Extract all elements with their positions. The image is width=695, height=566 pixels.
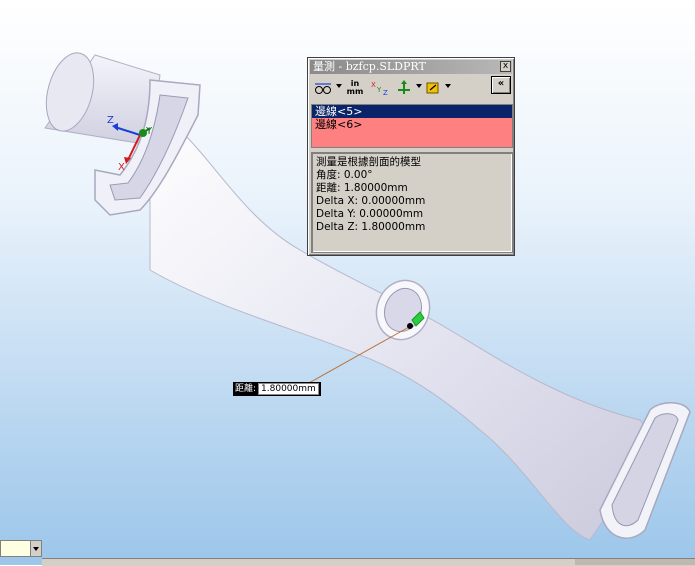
selection-list[interactable]: 邊線<5> 邊線<6> <box>311 104 513 148</box>
projection-dropdown-icon[interactable] <box>416 84 422 88</box>
projection-icon <box>398 80 410 94</box>
result-delta-z: Delta Z: 1.80000mm <box>316 221 426 233</box>
measure-dialog[interactable]: 量測 - bzfcp.SLDPRT x in mm X Y Z « 邊線<5> … <box>307 57 515 256</box>
collapse-button[interactable]: « <box>491 76 511 94</box>
result-basis: 測量是根據剖面的模型 <box>316 156 421 168</box>
show-xyz-button[interactable]: X Y Z <box>369 78 391 98</box>
projection-button[interactable] <box>395 78 413 98</box>
coordinate-system-dropdown-icon[interactable] <box>445 84 451 88</box>
coordinate-system-icon <box>426 82 439 94</box>
result-angle: 角度: 0.00° <box>316 169 373 181</box>
xyz-icon: X Y Z <box>371 81 388 96</box>
triad-x-label: X <box>118 162 125 173</box>
arc-condition-icon <box>315 83 331 94</box>
coordinate-system-button[interactable] <box>424 78 442 98</box>
arc-condition-dropdown-icon[interactable] <box>336 84 342 88</box>
measure-point <box>407 323 413 329</box>
svg-text:Y: Y <box>376 86 382 94</box>
units-label-mm: mm <box>346 87 364 96</box>
result-delta-y: Delta Y: 0.00000mm <box>316 208 424 220</box>
distance-callout[interactable]: 距離: 1.80000mm <box>233 382 321 396</box>
measure-results: 測量是根據剖面的模型 角度: 0.00° 距離: 1.80000mm Delta… <box>311 152 513 253</box>
svg-text:X: X <box>371 81 376 89</box>
chevron-down-icon[interactable] <box>30 541 41 556</box>
triad-z-label: Z <box>107 115 114 126</box>
selection-item-edge6[interactable]: 邊線<6> <box>312 118 512 131</box>
close-icon[interactable]: x <box>500 61 511 72</box>
result-distance: 距離: 1.80000mm <box>316 182 408 194</box>
measure-toolbar: in mm X Y Z <box>311 76 511 100</box>
result-delta-x: Delta X: 0.00000mm <box>316 195 426 207</box>
selection-item-edge5[interactable]: 邊線<5> <box>312 105 512 118</box>
dialog-title[interactable]: 量測 - bzfcp.SLDPRT <box>310 60 512 74</box>
units-button[interactable]: in mm <box>346 78 364 98</box>
triad-y-label: Y <box>145 126 153 137</box>
distance-callout-label: 距離: <box>235 384 257 394</box>
distance-callout-value: 1.80000mm <box>258 383 319 395</box>
arc-condition-button[interactable] <box>313 78 333 98</box>
svg-text:Z: Z <box>383 89 388 96</box>
bottom-dropdown[interactable] <box>0 540 42 557</box>
scrollbar-thumb[interactable] <box>575 559 695 565</box>
